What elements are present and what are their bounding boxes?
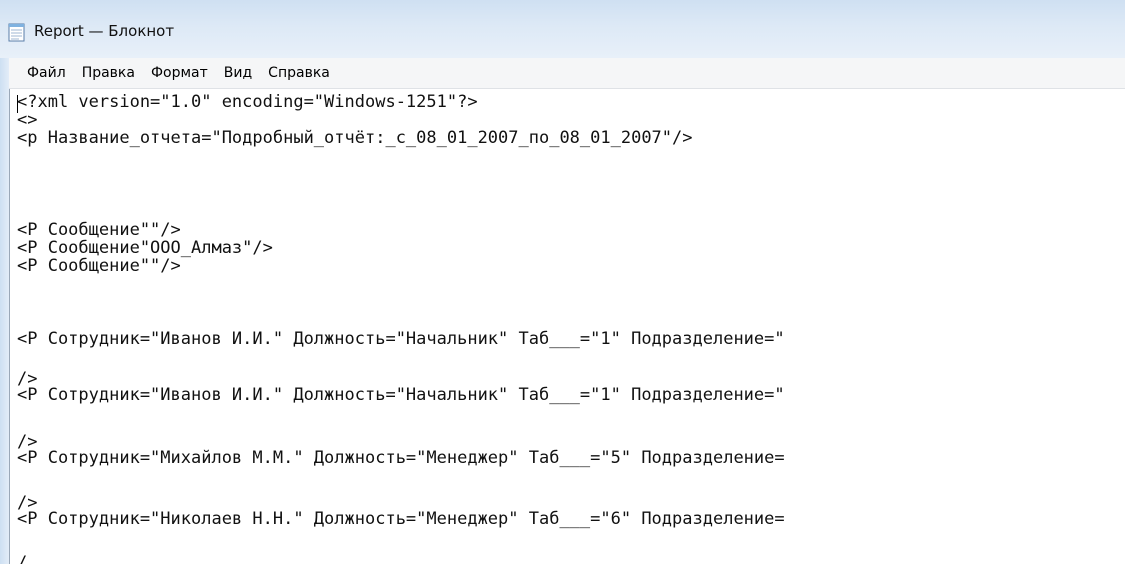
- menu-file[interactable]: Файл: [21, 65, 72, 81]
- text-line: <P Сотрудник="Николаев Н.Н." Должность="…: [17, 509, 785, 529]
- title-bar[interactable]: Report — Блокнот: [0, 0, 1125, 58]
- window-frame-left: [0, 58, 9, 564]
- menu-help[interactable]: Справка: [262, 65, 336, 81]
- text-line: <P Сотрудник="Михайлов М.М." Должность="…: [17, 448, 785, 468]
- menu-bar: Файл Правка Формат Вид Справка: [9, 58, 1125, 89]
- text-editor[interactable]: <?xml version="1.0" encoding="Windows-12…: [9, 89, 1125, 564]
- text-line: <P Сообщение""/>: [17, 256, 181, 276]
- menu-edit[interactable]: Правка: [76, 65, 141, 81]
- text-line: <P Сообщение"ООО_Алмаз"/>: [17, 238, 273, 258]
- menu-view[interactable]: Вид: [218, 65, 258, 81]
- text-line: <P Сотрудник="Иванов И.И." Должность="На…: [17, 385, 785, 405]
- text-line: <?xml version="1.0" encoding="Windows-12…: [17, 92, 478, 112]
- text-line: <p Название_отчета="Подробный_отчёт:_с_0…: [17, 128, 693, 148]
- text-line: <>: [17, 110, 38, 130]
- text-line: <P Сотрудник="Иванов И.И." Должность="На…: [17, 329, 785, 349]
- menu-format[interactable]: Формат: [145, 65, 214, 81]
- window-title: Report — Блокнот: [34, 22, 175, 40]
- text-line: /: [17, 553, 28, 564]
- notepad-icon[interactable]: [8, 22, 25, 42]
- text-line: <P Сообщение""/>: [17, 220, 181, 240]
